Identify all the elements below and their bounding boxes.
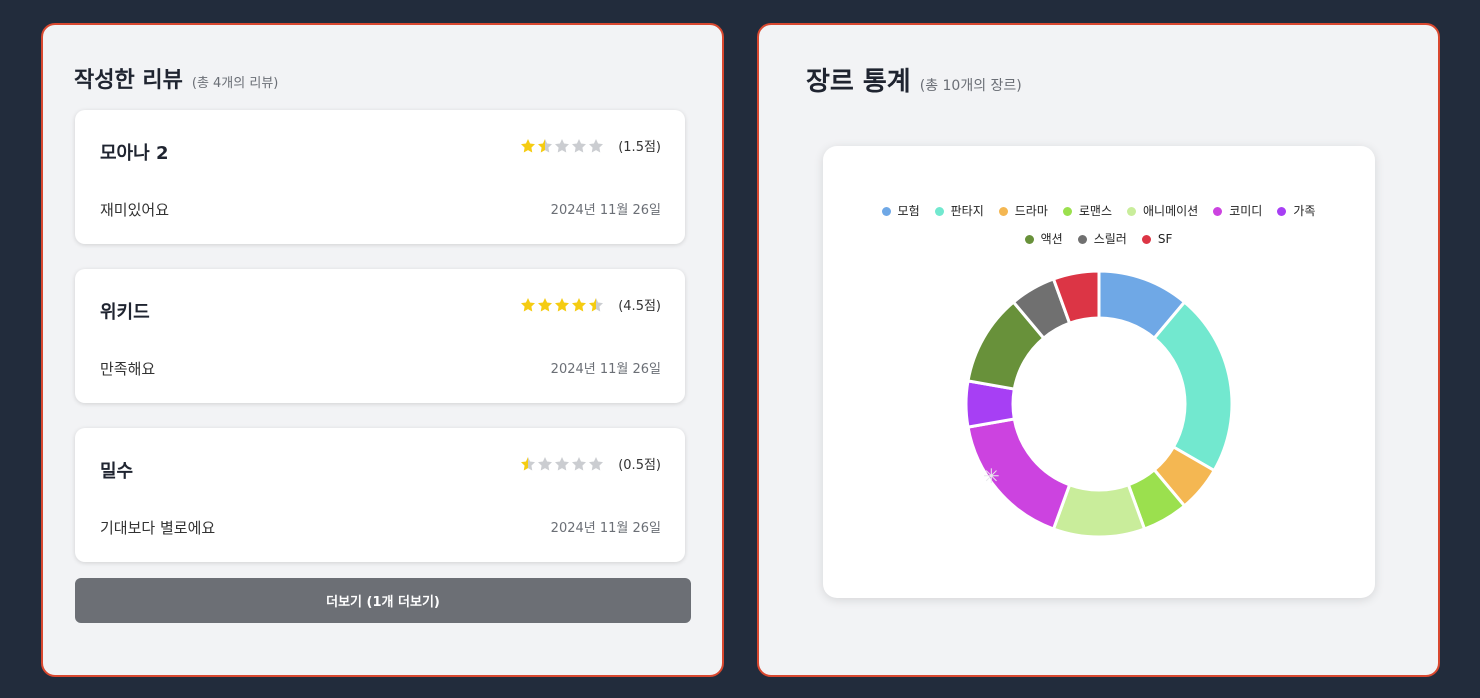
stats-count: (총 10개의 장르)	[919, 78, 1022, 94]
star-filled-icon	[521, 138, 536, 152]
genre-stats-panel: 장르 통계 (총 10개의 장르) 모험 판타지 드라마 로맨스 애니메이션 코미디 가족 액…	[757, 23, 1440, 677]
star-empty-icon	[555, 138, 570, 152]
genre-chart-card: 모험 판타지 드라마 로맨스 애니메이션 코미디 가족 액션 스릴러 SF ✳	[823, 146, 1375, 598]
star-rating	[520, 296, 605, 314]
review-comment: 만족해요	[100, 360, 156, 378]
star-empty-icon	[572, 138, 587, 152]
review-card[interactable]: 밀수 (0.5점) 기대보다 별로에요 2024년 11월 26일	[75, 428, 685, 562]
reviews-header: 작성한 리뷰 (총 4개의 리뷰)	[74, 62, 278, 94]
star-empty-icon	[589, 138, 604, 152]
donut-slice-2[interactable]	[1152, 300, 1234, 473]
reviews-title: 작성한 리뷰	[74, 68, 183, 93]
star-filled-icon	[538, 297, 553, 311]
star-empty-icon	[538, 456, 553, 470]
star-empty-icon	[572, 456, 587, 470]
star-half-icon	[538, 138, 553, 152]
review-card[interactable]: 위키드 (4.5점) 만족해요 2024년 11월 26일	[75, 269, 685, 403]
review-score: (1.5점)	[618, 140, 661, 155]
genre-donut-chart	[964, 269, 1234, 539]
star-empty-icon	[555, 456, 570, 470]
sparkle-icon: ✳	[983, 464, 1000, 488]
review-rating: (0.5점)	[520, 454, 661, 473]
review-score: (4.5점)	[618, 299, 661, 314]
review-card[interactable]: 모아나 2 (1.5점) 재미있어요 2024년 11월 26일	[75, 110, 685, 244]
review-rating: (4.5점)	[520, 295, 661, 314]
review-rating: (1.5점)	[520, 136, 661, 155]
review-comment: 기대보다 별로에요	[100, 519, 216, 537]
review-movie-title: 모아나 2	[100, 143, 169, 164]
star-half-icon	[521, 456, 536, 470]
review-score: (0.5점)	[618, 458, 661, 473]
review-date: 2024년 11월 26일	[550, 521, 661, 536]
reviews-panel: 작성한 리뷰 (총 4개의 리뷰) 모아나 2 (1.5점) 재미있어요 202…	[41, 23, 724, 677]
review-date: 2024년 11월 26일	[550, 362, 661, 377]
review-movie-title: 위키드	[100, 302, 150, 323]
star-rating	[520, 455, 605, 473]
reviews-count: (총 4개의 리뷰)	[191, 76, 279, 91]
star-half-icon	[589, 297, 604, 311]
review-movie-title: 밀수	[100, 461, 134, 482]
stats-header: 장르 통계 (총 10개의 장르)	[806, 61, 1022, 98]
load-more-button[interactable]: 더보기 (1개 더보기)	[75, 578, 691, 623]
review-date: 2024년 11월 26일	[550, 203, 661, 218]
stats-title: 장르 통계	[806, 67, 911, 97]
star-filled-icon	[572, 297, 587, 311]
review-comment: 재미있어요	[100, 201, 170, 219]
star-empty-icon	[589, 456, 604, 470]
star-rating	[520, 137, 605, 155]
star-filled-icon	[521, 297, 536, 311]
star-filled-icon	[555, 297, 570, 311]
